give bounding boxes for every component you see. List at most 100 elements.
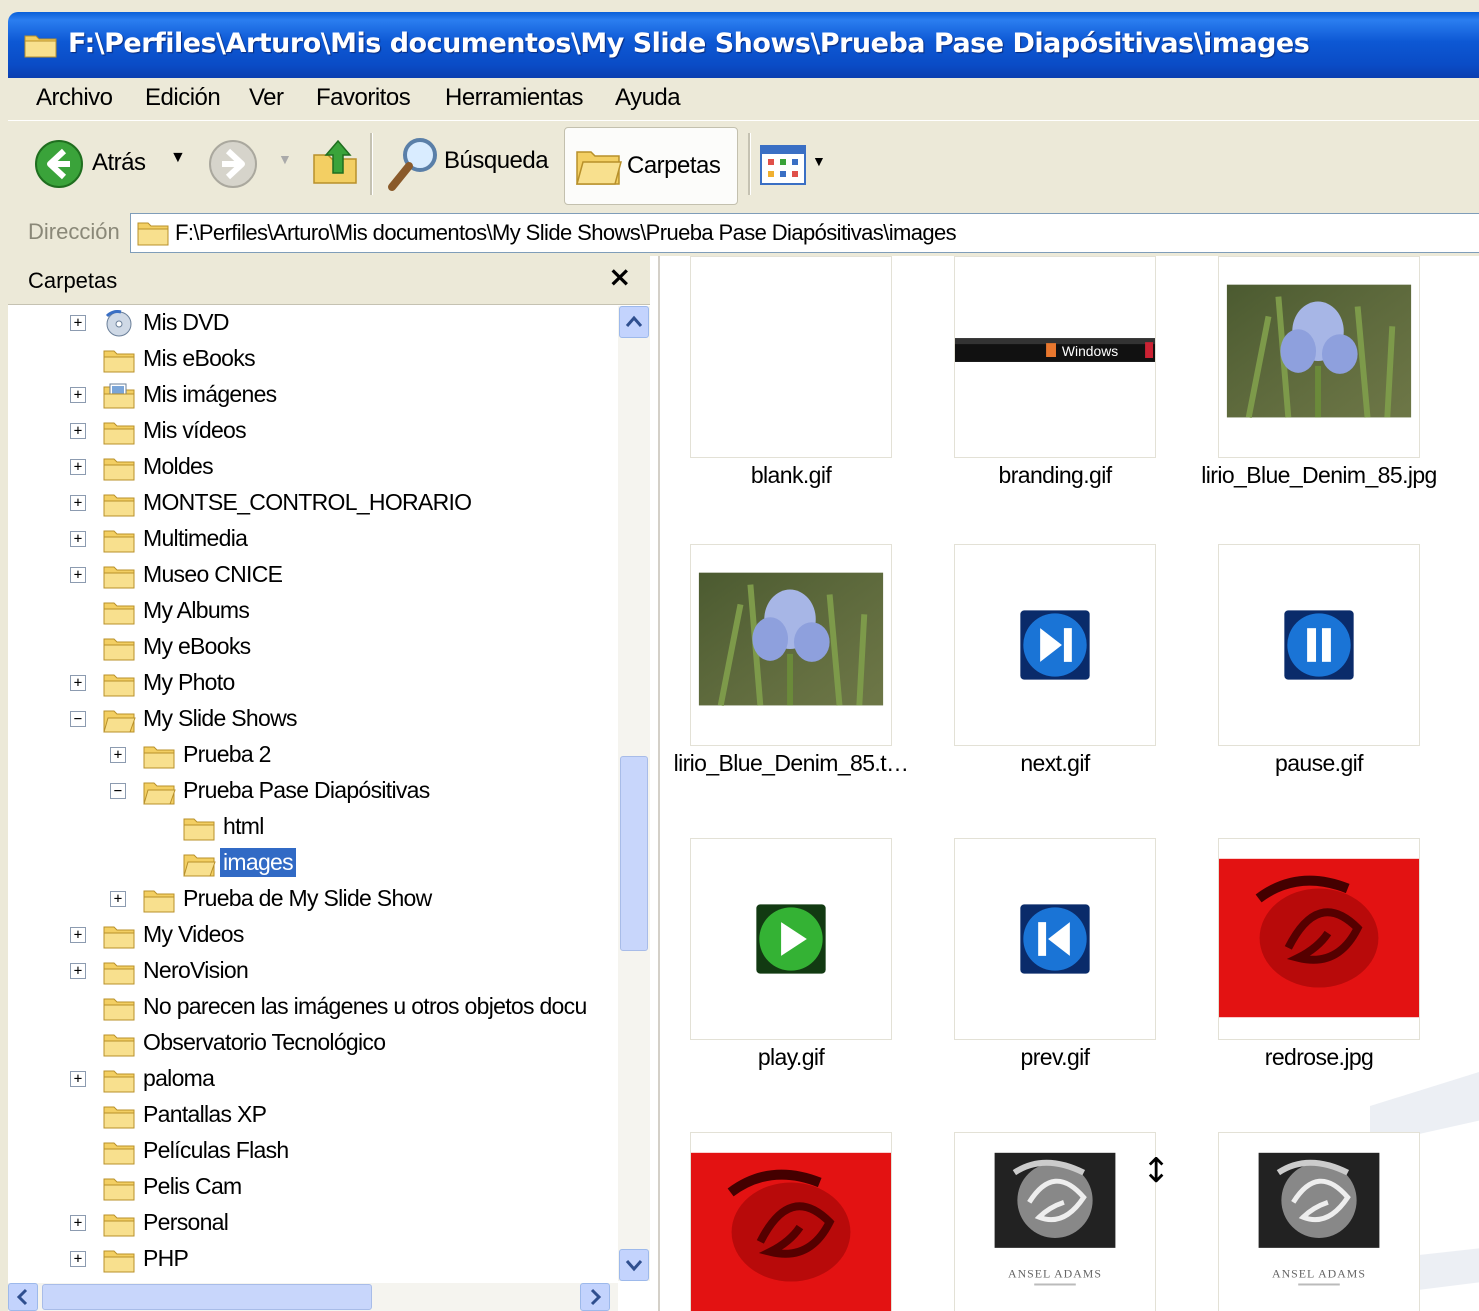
file-name[interactable]: next.gif xyxy=(920,750,1190,777)
tree-item[interactable]: Pelis Cam xyxy=(8,1170,608,1206)
back-button[interactable]: Atrás ▼ xyxy=(32,135,192,195)
tree-item[interactable]: Mis eBooks xyxy=(8,342,608,378)
back-dropdown-icon[interactable]: ▼ xyxy=(170,149,186,167)
menu-edicion[interactable]: Edición xyxy=(145,84,221,112)
menu-archivo[interactable]: Archivo xyxy=(36,84,113,112)
expand-icon[interactable]: + xyxy=(70,675,86,691)
search-button[interactable]: Búsqueda xyxy=(386,133,556,195)
file-thumbnail[interactable] xyxy=(690,1132,892,1311)
menu-ayuda[interactable]: Ayuda xyxy=(615,84,681,112)
scroll-thumb[interactable] xyxy=(42,1284,372,1310)
file-name[interactable]: prev.gif xyxy=(920,1044,1190,1071)
tree-item[interactable]: images xyxy=(8,846,608,882)
tree-item-label: NeroVision xyxy=(143,957,249,983)
expand-icon[interactable]: + xyxy=(70,387,86,403)
tree-item[interactable]: + My Photo xyxy=(8,666,608,702)
tree-item-label: Moldes xyxy=(143,453,214,479)
resize-cursor-icon: ↕ xyxy=(1142,1151,1171,1191)
file-thumbnail[interactable]: ANSEL ADAMS xyxy=(1218,1132,1420,1311)
tree-item-label: Prueba 2 xyxy=(183,741,271,767)
file-name[interactable]: pause.gif xyxy=(1184,750,1454,777)
folders-button[interactable]: Carpetas xyxy=(564,127,738,205)
up-folder-icon[interactable] xyxy=(312,137,358,187)
close-icon[interactable]: × xyxy=(608,260,631,293)
forward-arrow-icon[interactable] xyxy=(208,139,258,189)
file-thumbnail[interactable]: ANSEL ADAMS xyxy=(954,1132,1156,1311)
collapse-icon[interactable]: − xyxy=(110,783,126,799)
tree-item[interactable]: + Museo CNICE xyxy=(8,558,608,594)
tree-item[interactable]: Películas Flash xyxy=(8,1134,608,1170)
address-input[interactable]: F:\Perfiles\Arturo\Mis documentos\My Sli… xyxy=(130,213,1479,253)
tree-item-label: Observatorio Tecnológico xyxy=(143,1029,386,1055)
folder-icon xyxy=(103,494,135,517)
tree-item[interactable]: + paloma xyxy=(8,1062,608,1098)
tree-item[interactable]: + Personal xyxy=(8,1206,608,1242)
file-name[interactable]: play.gif xyxy=(660,1044,926,1071)
file-name[interactable]: lirio_Blue_Denim_85.t… xyxy=(660,750,926,777)
tree-item[interactable]: − Prueba Pase Diapósitivas xyxy=(8,774,608,810)
chevron-left-icon xyxy=(16,1288,28,1306)
expand-icon[interactable]: + xyxy=(70,1251,86,1267)
scroll-up-button[interactable] xyxy=(619,306,649,338)
menu-herramientas[interactable]: Herramientas xyxy=(445,84,584,112)
tree-item[interactable]: + Mis DVD xyxy=(8,306,608,342)
title-bar[interactable]: F:\Perfiles\Arturo\Mis documentos\My Sli… xyxy=(8,12,1479,78)
tree-item[interactable]: + Mis vídeos xyxy=(8,414,608,450)
expand-icon[interactable]: + xyxy=(110,891,126,907)
folder-icon xyxy=(105,310,132,337)
tree-item[interactable]: + Mis imágenes xyxy=(8,378,608,414)
scroll-down-button[interactable] xyxy=(619,1249,649,1281)
horizontal-scrollbar[interactable] xyxy=(8,1283,618,1311)
tree-item[interactable]: + Prueba de My Slide Show xyxy=(8,882,608,918)
expand-icon[interactable]: + xyxy=(70,1071,86,1087)
tree-item[interactable]: + PHP xyxy=(8,1242,608,1278)
views-button[interactable]: ▼ xyxy=(760,141,830,189)
collapse-icon[interactable]: − xyxy=(70,711,86,727)
tree-item[interactable]: + Multimedia xyxy=(8,522,608,558)
file-name[interactable]: redrose.jpg xyxy=(1184,1044,1454,1071)
expand-icon[interactable]: + xyxy=(70,963,86,979)
expand-icon[interactable]: + xyxy=(70,567,86,583)
file-view: blank.gif Windows branding.gif lirio_Blue_D… xyxy=(660,256,1479,1311)
expand-icon[interactable]: + xyxy=(70,315,86,331)
tree-item[interactable]: + Moldes xyxy=(8,450,608,486)
tree-item[interactable]: My Albums xyxy=(8,594,608,630)
file-thumbnail[interactable] xyxy=(954,544,1156,746)
scroll-left-button[interactable] xyxy=(8,1283,38,1311)
expand-icon[interactable]: + xyxy=(110,747,126,763)
vertical-scrollbar[interactable] xyxy=(618,306,650,1281)
menu-favoritos[interactable]: Favoritos xyxy=(316,84,411,112)
file-thumbnail[interactable]: Windows xyxy=(954,256,1156,458)
forward-dropdown-icon[interactable]: ▼ xyxy=(278,151,292,167)
menu-ver[interactable]: Ver xyxy=(249,84,284,112)
file-thumbnail[interactable] xyxy=(690,838,892,1040)
expand-icon[interactable]: + xyxy=(70,423,86,439)
tree-item[interactable]: Pantallas XP xyxy=(8,1098,608,1134)
tree-item[interactable]: + My Videos xyxy=(8,918,608,954)
file-thumbnail[interactable] xyxy=(1218,544,1420,746)
scroll-thumb[interactable] xyxy=(620,756,648,951)
expand-icon[interactable]: + xyxy=(70,495,86,511)
file-name[interactable]: branding.gif xyxy=(920,462,1190,489)
file-name[interactable]: blank.gif xyxy=(660,462,926,489)
expand-icon[interactable]: + xyxy=(70,927,86,943)
expand-icon[interactable]: + xyxy=(70,1215,86,1231)
tree-item[interactable]: + MONTSE_CONTROL_HORARIO xyxy=(8,486,608,522)
tree-item[interactable]: html xyxy=(8,810,608,846)
tree-item[interactable]: My eBooks xyxy=(8,630,608,666)
tree-item[interactable]: + Prueba 2 xyxy=(8,738,608,774)
expand-icon[interactable]: + xyxy=(70,531,86,547)
file-thumbnail[interactable] xyxy=(954,838,1156,1040)
tree-item[interactable]: No parecen las imágenes u otros objetos … xyxy=(8,990,608,1026)
file-thumbnail[interactable] xyxy=(1218,256,1420,458)
file-thumbnail[interactable] xyxy=(1218,838,1420,1040)
file-name[interactable]: lirio_Blue_Denim_85.jpg xyxy=(1184,462,1454,489)
expand-icon[interactable]: + xyxy=(70,459,86,475)
tree-item-label: Prueba Pase Diapósitivas xyxy=(183,777,430,803)
tree-item[interactable]: Observatorio Tecnológico xyxy=(8,1026,608,1062)
file-thumbnail[interactable] xyxy=(690,256,892,458)
tree-item[interactable]: − My Slide Shows xyxy=(8,702,608,738)
file-thumbnail[interactable] xyxy=(690,544,892,746)
scroll-right-button[interactable] xyxy=(580,1283,610,1311)
tree-item[interactable]: + NeroVision xyxy=(8,954,608,990)
